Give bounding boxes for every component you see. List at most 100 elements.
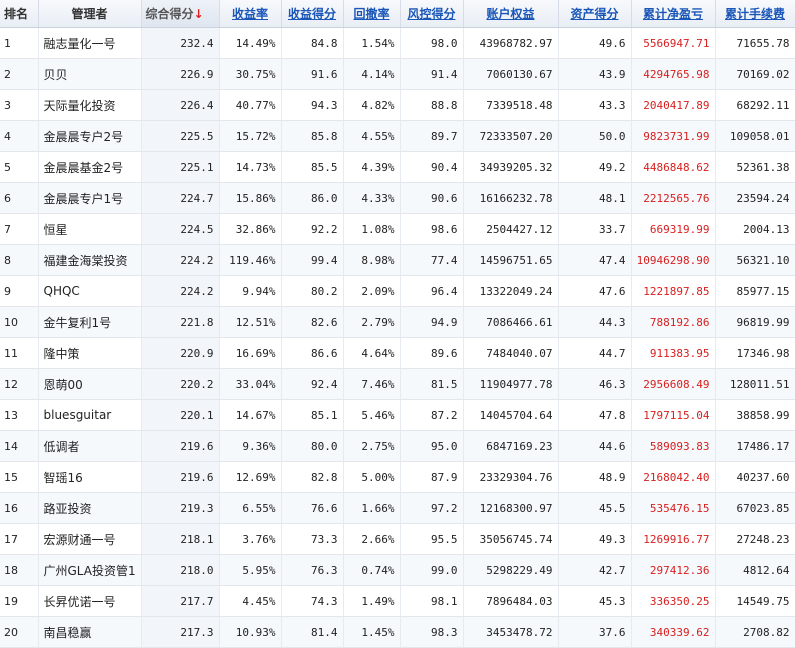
cell-manager: QHQC bbox=[38, 275, 142, 307]
cell-rank: 7 bbox=[0, 213, 39, 245]
cell-cum-fee: 56321.10 bbox=[715, 244, 795, 276]
cell-equity: 43968782.97 bbox=[463, 27, 559, 59]
cell-rank: 15 bbox=[0, 461, 39, 493]
table-row: 9 QHQC 224.2 9.94% 80.2 2.09% 96.4 13322049.24 4… bbox=[0, 275, 795, 307]
cell-return-score: 80.0 bbox=[281, 430, 344, 462]
cell-asset-score: 49.6 bbox=[558, 27, 632, 59]
header-risk-score[interactable]: 风控得分 bbox=[400, 0, 464, 28]
cell-drawdown: 4.55% bbox=[343, 120, 401, 152]
table-row: 4 金晨晨专户2号 225.5 15.72% 85.8 4.55% 89.7 72333507… bbox=[0, 120, 795, 152]
cell-cum-pnl: 9823731.99 bbox=[631, 120, 716, 152]
header-total-score[interactable]: 综合得分↓ bbox=[141, 0, 220, 28]
cell-risk-score: 89.6 bbox=[400, 337, 464, 369]
header-drawdown[interactable]: 回撤率 bbox=[343, 0, 401, 28]
cell-return-score: 94.3 bbox=[281, 89, 344, 121]
cell-rank: 12 bbox=[0, 368, 39, 400]
cell-asset-score: 46.3 bbox=[558, 368, 632, 400]
cell-manager: 天际量化投资 bbox=[38, 89, 142, 121]
cell-cum-pnl: 10946298.90 bbox=[631, 244, 716, 276]
cell-total-score: 224.2 bbox=[141, 244, 220, 276]
cell-equity: 7060130.67 bbox=[463, 58, 559, 90]
cell-manager: 金晨晨专户2号 bbox=[38, 120, 142, 152]
cell-equity: 7896484.03 bbox=[463, 585, 559, 617]
table-row: 7 恒星 224.5 32.86% 92.2 1.08% 98.6 2504427.12 33.… bbox=[0, 213, 795, 245]
cell-total-score: 224.7 bbox=[141, 182, 220, 214]
cell-manager: 低调者 bbox=[38, 430, 142, 462]
cell-return-rate: 3.76% bbox=[219, 523, 282, 555]
cell-cum-pnl: 4294765.98 bbox=[631, 58, 716, 90]
cell-cum-pnl: 788192.86 bbox=[631, 306, 716, 338]
cell-return-rate: 40.77% bbox=[219, 89, 282, 121]
cell-total-score: 217.7 bbox=[141, 585, 220, 617]
cell-cum-fee: 67023.85 bbox=[715, 492, 795, 524]
cell-asset-score: 49.2 bbox=[558, 151, 632, 183]
cell-asset-score: 50.0 bbox=[558, 120, 632, 152]
header-cum-fee[interactable]: 累计手续费 bbox=[715, 0, 795, 28]
cell-total-score: 232.4 bbox=[141, 27, 220, 59]
cell-manager: 金牛复利1号 bbox=[38, 306, 142, 338]
cell-risk-score: 98.1 bbox=[400, 585, 464, 617]
cell-total-score: 220.1 bbox=[141, 399, 220, 431]
cell-return-score: 82.6 bbox=[281, 306, 344, 338]
cell-drawdown: 5.00% bbox=[343, 461, 401, 493]
header-return-score[interactable]: 收益得分 bbox=[281, 0, 344, 28]
cell-cum-fee: 52361.38 bbox=[715, 151, 795, 183]
cell-asset-score: 33.7 bbox=[558, 213, 632, 245]
cell-rank: 6 bbox=[0, 182, 39, 214]
cell-asset-score: 37.6 bbox=[558, 616, 632, 648]
cell-risk-score: 98.0 bbox=[400, 27, 464, 59]
cell-cum-pnl: 5566947.71 bbox=[631, 27, 716, 59]
cell-return-rate: 16.69% bbox=[219, 337, 282, 369]
cell-rank: 1 bbox=[0, 27, 39, 59]
cell-drawdown: 1.49% bbox=[343, 585, 401, 617]
cell-total-score: 220.2 bbox=[141, 368, 220, 400]
cell-cum-fee: 96819.99 bbox=[715, 306, 795, 338]
cell-return-score: 99.4 bbox=[281, 244, 344, 276]
cell-return-score: 84.8 bbox=[281, 27, 344, 59]
cell-return-score: 81.4 bbox=[281, 616, 344, 648]
cell-total-score: 225.5 bbox=[141, 120, 220, 152]
header-return-rate[interactable]: 收益率 bbox=[219, 0, 282, 28]
cell-asset-score: 47.8 bbox=[558, 399, 632, 431]
cell-equity: 7339518.48 bbox=[463, 89, 559, 121]
cell-return-rate: 15.86% bbox=[219, 182, 282, 214]
cell-return-score: 86.6 bbox=[281, 337, 344, 369]
cell-equity: 14596751.65 bbox=[463, 244, 559, 276]
cell-rank: 9 bbox=[0, 275, 39, 307]
cell-risk-score: 77.4 bbox=[400, 244, 464, 276]
header-cum-pnl[interactable]: 累计净盈亏 bbox=[631, 0, 716, 28]
cell-equity: 11904977.78 bbox=[463, 368, 559, 400]
cell-cum-pnl: 669319.99 bbox=[631, 213, 716, 245]
cell-cum-pnl: 1797115.04 bbox=[631, 399, 716, 431]
cell-total-score: 224.5 bbox=[141, 213, 220, 245]
cell-rank: 8 bbox=[0, 244, 39, 276]
cell-rank: 14 bbox=[0, 430, 39, 462]
cell-rank: 5 bbox=[0, 151, 39, 183]
table-row: 19 长昇优诺一号 217.7 4.45% 74.3 1.49% 98.1 7896484.0… bbox=[0, 585, 795, 617]
cell-drawdown: 8.98% bbox=[343, 244, 401, 276]
cell-manager: 恒星 bbox=[38, 213, 142, 245]
cell-total-score: 225.1 bbox=[141, 151, 220, 183]
cell-asset-score: 43.9 bbox=[558, 58, 632, 90]
cell-asset-score: 43.3 bbox=[558, 89, 632, 121]
cell-equity: 14045704.64 bbox=[463, 399, 559, 431]
table-row: 1 融志量化一号 232.4 14.49% 84.8 1.54% 98.0 43968782.… bbox=[0, 27, 795, 59]
cell-manager: 宏源财通一号 bbox=[38, 523, 142, 555]
table-row: 3 天际量化投资 226.4 40.77% 94.3 4.82% 88.8 7339518.4… bbox=[0, 89, 795, 121]
cell-drawdown: 4.64% bbox=[343, 337, 401, 369]
header-equity[interactable]: 账户权益 bbox=[463, 0, 559, 28]
cell-total-score: 219.3 bbox=[141, 492, 220, 524]
table-row: 20 南昌稳赢 217.3 10.93% 81.4 1.45% 98.3 3453478.72… bbox=[0, 616, 795, 648]
cell-risk-score: 87.9 bbox=[400, 461, 464, 493]
cell-risk-score: 98.6 bbox=[400, 213, 464, 245]
header-asset-score[interactable]: 资产得分 bbox=[558, 0, 632, 28]
cell-cum-fee: 70169.02 bbox=[715, 58, 795, 90]
cell-drawdown: 2.66% bbox=[343, 523, 401, 555]
cell-total-score: 219.6 bbox=[141, 430, 220, 462]
cell-risk-score: 90.4 bbox=[400, 151, 464, 183]
cell-return-score: 85.8 bbox=[281, 120, 344, 152]
cell-cum-pnl: 297412.36 bbox=[631, 554, 716, 586]
cell-equity: 5298229.49 bbox=[463, 554, 559, 586]
table-row: 18 广州GLA投资管1 218.0 5.95% 76.3 0.74% 99.0 529822… bbox=[0, 554, 795, 586]
cell-cum-pnl: 535476.15 bbox=[631, 492, 716, 524]
